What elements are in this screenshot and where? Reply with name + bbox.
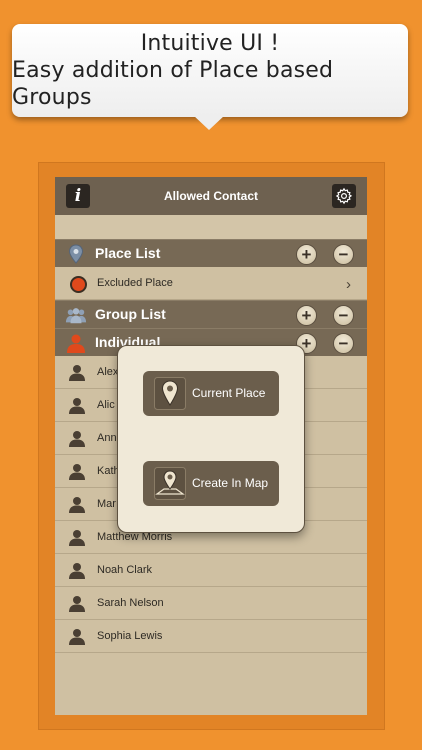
person-icon: [69, 596, 85, 612]
settings-button[interactable]: [332, 184, 356, 208]
group-list-label: Group List: [95, 306, 166, 322]
info-button[interactable]: i: [66, 184, 90, 208]
location-pin-icon: [154, 377, 186, 410]
remove-individual-button[interactable]: −: [333, 333, 354, 354]
contact-name: Noah Clark: [97, 564, 153, 576]
group-icon: [65, 308, 87, 324]
promo-line-2: Easy addition of Place based Groups: [12, 58, 334, 110]
person-icon: [67, 334, 85, 353]
create-in-map-button[interactable]: Create In Map: [143, 461, 279, 506]
person-icon: [69, 530, 85, 546]
gear-icon: [335, 187, 353, 205]
excluded-place-label: Excluded Place: [97, 277, 173, 289]
person-icon: [69, 431, 85, 447]
add-group-button[interactable]: +: [296, 305, 317, 326]
list-item[interactable]: Excluded Place ›: [55, 267, 367, 300]
person-icon: [69, 563, 85, 579]
current-place-button[interactable]: Current Place: [143, 371, 279, 416]
excluded-place-icon: [70, 276, 87, 293]
remove-place-button[interactable]: −: [333, 244, 354, 265]
promo-line-1: Intuitive UI !: [140, 31, 280, 56]
create-in-map-label: Create In Map: [192, 476, 269, 490]
nav-title: Allowed Contact: [163, 189, 258, 203]
contact-name: Mar: [97, 498, 116, 510]
person-icon: [69, 629, 85, 645]
group-list-header: Group List + −: [55, 300, 367, 328]
contact-name: Sarah Nelson: [97, 597, 164, 609]
person-icon: [69, 398, 85, 414]
callout-tail: [193, 115, 225, 130]
nav-bar: i Allowed Contact: [55, 177, 367, 215]
contact-name: Alic: [97, 399, 115, 411]
add-place-popup: Current Place Create In Map: [117, 345, 305, 533]
person-icon: [69, 497, 85, 513]
chevron-right-icon: ›: [346, 276, 351, 293]
contact-name: Ann: [97, 432, 117, 444]
add-place-button[interactable]: +: [296, 244, 317, 265]
promo-callout: Intuitive UI ! Easy addition of Place ba…: [12, 24, 408, 117]
place-list-label: Place List: [95, 245, 161, 261]
list-item[interactable]: Sophia Lewis: [55, 620, 367, 653]
pin-icon: [68, 244, 84, 264]
person-icon: [69, 464, 85, 480]
contact-name: Alex: [97, 366, 119, 378]
current-place-label: Current Place: [192, 386, 266, 400]
list-item[interactable]: Sarah Nelson: [55, 587, 367, 620]
remove-group-button[interactable]: −: [333, 305, 354, 326]
top-spacer: [55, 215, 367, 239]
place-list-header: Place List + −: [55, 239, 367, 267]
map-pin-icon: [154, 467, 186, 500]
list-item[interactable]: Noah Clark: [55, 554, 367, 587]
contact-name: Sophia Lewis: [97, 630, 163, 642]
person-icon: [69, 365, 85, 381]
